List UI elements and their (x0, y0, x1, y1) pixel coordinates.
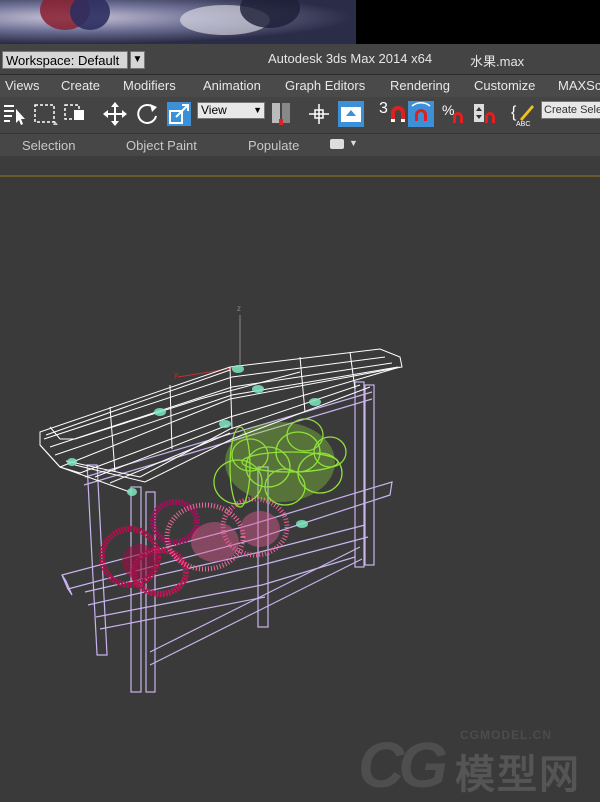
file-name: 水果.max (470, 54, 525, 69)
ribbon-tab-object-paint[interactable]: Object Paint (126, 138, 197, 153)
watermark-text: 模型网 (455, 753, 581, 797)
perspective-viewport[interactable]: z y (0, 177, 600, 800)
title-bar: Workspace: Default ▼ Autodesk 3ds Max 20… (0, 44, 600, 75)
wallpaper-art (0, 0, 356, 44)
axis-gizmo: z y (174, 304, 241, 379)
menu-bar: Views Create Modifiers Animation Graph E… (0, 75, 600, 97)
peaches[interactable] (164, 496, 290, 572)
workspace-dropdown[interactable]: Workspace: Default (2, 51, 128, 69)
menu-graph-editors[interactable]: Graph Editors (285, 78, 365, 93)
menu-views[interactable]: Views (5, 78, 39, 93)
select-manipulate-icon[interactable] (306, 101, 332, 127)
axis-y-label: y (174, 370, 178, 379)
edit-named-selection-icon[interactable]: { ABC (510, 101, 536, 127)
scene-wireframe[interactable]: z y (0, 177, 600, 800)
keyboard-shortcut-override-icon[interactable] (338, 101, 364, 127)
watermark-cg: CG (358, 729, 448, 801)
ribbon-bar: Selection Object Paint Populate ▼ (0, 134, 600, 156)
axis-z-label: z (237, 304, 241, 313)
svg-text:%: % (442, 102, 454, 118)
plums[interactable] (99, 499, 200, 597)
menu-modifiers[interactable]: Modifiers (123, 78, 176, 93)
named-selection-set-input[interactable]: Create Sele (541, 101, 600, 119)
menu-animation[interactable]: Animation (203, 78, 261, 93)
rectangular-selection-icon[interactable] (33, 101, 59, 127)
rotate-icon[interactable] (134, 101, 160, 127)
window-crossing-icon[interactable] (63, 101, 89, 127)
move-icon[interactable] (102, 101, 128, 127)
grapes[interactable] (213, 418, 347, 508)
spinner-snap-icon[interactable] (472, 101, 498, 127)
menu-create[interactable]: Create (61, 78, 100, 93)
ribbon-panel-strip (0, 156, 600, 175)
svg-text:{: { (511, 104, 517, 121)
percent-snap-icon[interactable]: % (441, 101, 467, 127)
chevron-down-icon[interactable]: ▼ (349, 138, 358, 148)
chevron-down-icon: ▼ (253, 105, 262, 115)
angle-snap-icon[interactable] (408, 101, 434, 127)
select-by-name-icon[interactable] (2, 101, 28, 127)
desktop-wallpaper (0, 0, 600, 44)
reference-coordinate-dropdown[interactable]: View ▼ (197, 102, 265, 119)
watermark-url: CGMODEL.CN (460, 728, 552, 742)
main-toolbar: View ▼ 3 % { ABC Create Sele (0, 97, 600, 134)
scale-icon[interactable] (166, 101, 192, 127)
table-top[interactable] (39, 348, 403, 493)
menu-rendering[interactable]: Rendering (390, 78, 450, 93)
reference-coordinate-value: View (201, 103, 227, 117)
app-title: Autodesk 3ds Max 2014 x64 (268, 51, 433, 66)
ribbon-tab-selection[interactable]: Selection (22, 138, 75, 153)
workspace-chevron-down-icon[interactable]: ▼ (130, 51, 145, 69)
pivot-center-icon[interactable] (268, 101, 294, 127)
ribbon-options-icon[interactable] (330, 139, 344, 149)
menu-customize[interactable]: Customize (474, 78, 535, 93)
ribbon-tab-populate[interactable]: Populate (248, 138, 299, 153)
menu-maxscript[interactable]: MAXSc (558, 78, 600, 93)
svg-text:ABC: ABC (516, 121, 530, 127)
